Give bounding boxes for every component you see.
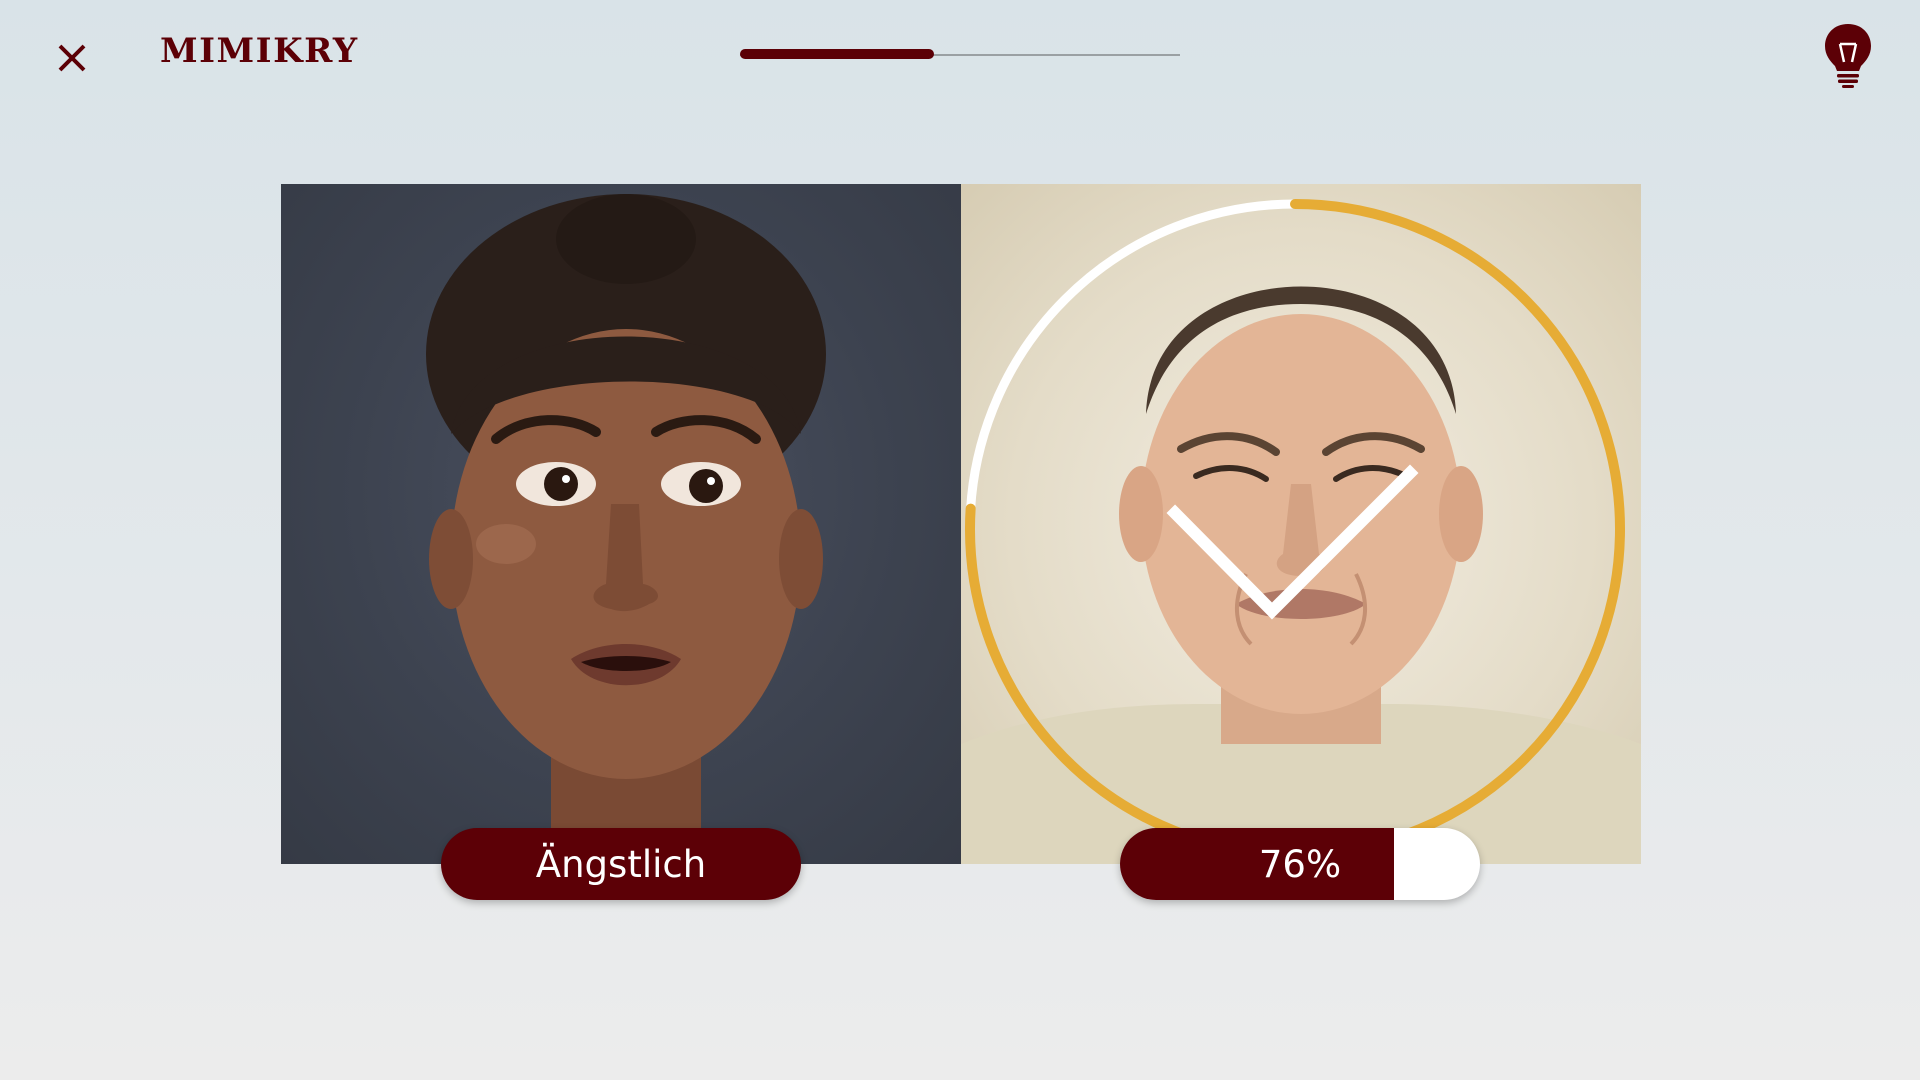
exercise-progress-bar — [740, 49, 1180, 59]
exercise-progress-fill — [740, 49, 934, 59]
target-emotion-text: Ängstlich — [535, 842, 707, 886]
match-score-bar: 76% — [1120, 828, 1480, 900]
user-expression-photo — [961, 184, 1641, 864]
target-expression-photo — [281, 184, 961, 864]
target-emotion-label: Ängstlich — [441, 828, 801, 900]
close-button[interactable] — [50, 36, 94, 80]
user-face-illustration — [961, 286, 1641, 864]
close-icon — [58, 44, 86, 72]
match-score-text: 76% — [1258, 842, 1342, 886]
app-title: MIMIKRY — [160, 31, 359, 71]
lightbulb-icon — [1825, 24, 1871, 88]
hint-button[interactable] — [1822, 22, 1874, 88]
target-face-illustration — [426, 194, 826, 864]
